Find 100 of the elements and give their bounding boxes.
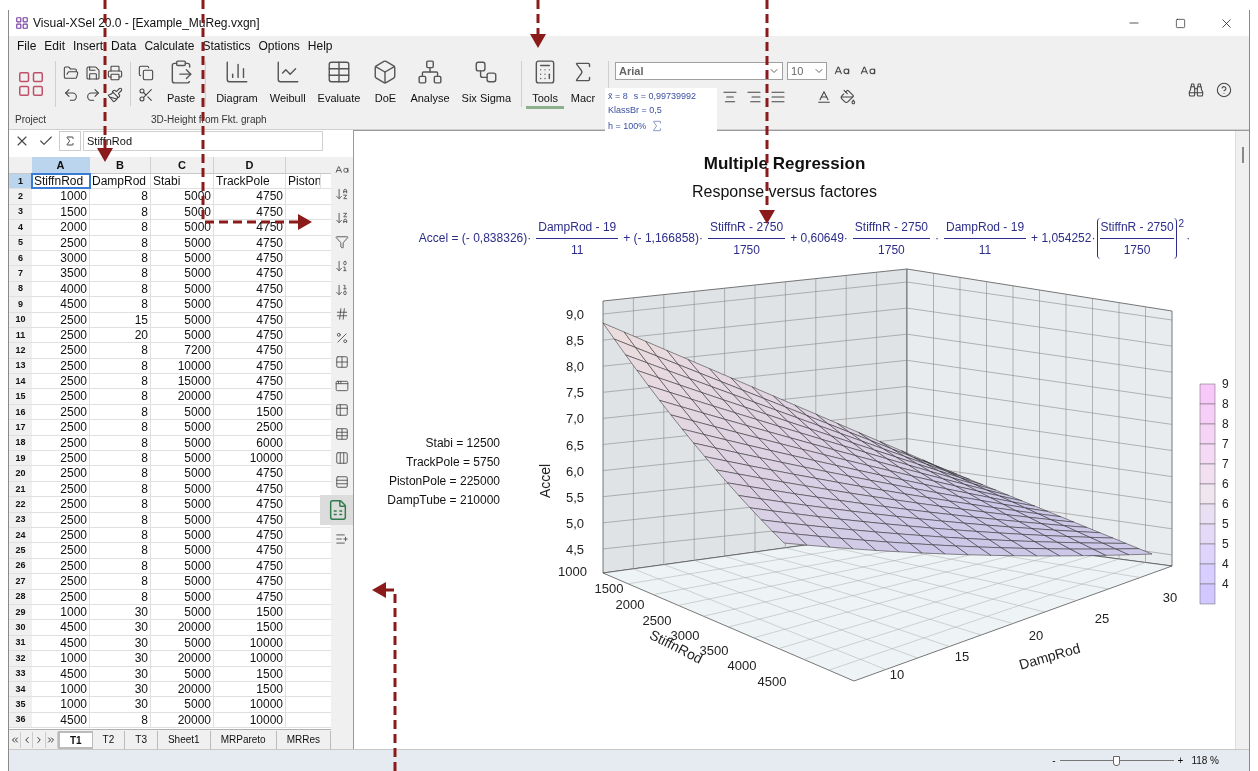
- table-cell: 3000: [32, 250, 90, 266]
- axis-tick-label: 2500: [642, 613, 672, 628]
- table-cell: 8: [90, 466, 151, 481]
- table-cell: 2500: [32, 512, 90, 527]
- grid-icon: [335, 354, 349, 369]
- table-cell: 8: [90, 297, 151, 312]
- ribbon-button[interactable]: Weibull: [263, 59, 312, 109]
- chart-subtitle: Response versus factores: [692, 181, 877, 202]
- row-header[interactable]: 14: [9, 374, 32, 389]
- row-header[interactable]: 20: [9, 466, 32, 481]
- row-header[interactable]: 2: [9, 189, 32, 204]
- table-cell: 5000: [151, 558, 214, 574]
- fraction-numerator: StiffnR - 2750: [852, 217, 930, 239]
- table-cell: 20000: [151, 712, 214, 728]
- scale-label: 5: [1222, 517, 1229, 531]
- row-header[interactable]: 25: [9, 543, 32, 558]
- table-cell: 4750: [214, 589, 286, 604]
- fraction-numerator: StiffnR - 2750: [1100, 217, 1174, 239]
- row-header[interactable]: 35: [9, 697, 32, 712]
- menu-item[interactable]: Insert: [69, 37, 108, 55]
- ribbon-button[interactable]: DoE: [366, 59, 405, 109]
- table-cell: 30: [90, 697, 151, 712]
- table-cell: 4500: [32, 297, 90, 312]
- zoom-out-button[interactable]: -: [1052, 753, 1056, 768]
- ribbon-button[interactable]: Macr: [564, 59, 603, 109]
- menu-item[interactable]: Data: [107, 37, 141, 55]
- side-tool-button[interactable]: [320, 495, 356, 525]
- table-cell: 2500: [32, 404, 90, 420]
- menu-item[interactable]: Help: [303, 37, 337, 55]
- save-icon: [85, 65, 101, 81]
- brush-icon: [107, 87, 123, 103]
- table-cell: 2500: [32, 589, 90, 604]
- menu-item[interactable]: Options: [254, 37, 304, 55]
- open-icon: [63, 65, 79, 81]
- row-header[interactable]: 19: [9, 451, 32, 466]
- row-header[interactable]: 12: [9, 343, 32, 358]
- table-cell: 8: [90, 497, 151, 512]
- table-cell: 5000: [151, 697, 214, 712]
- row-header[interactable]: 22: [9, 497, 32, 512]
- zoom-slider-thumb[interactable]: [1112, 755, 1120, 766]
- row-header[interactable]: 9: [9, 297, 32, 312]
- fill-color-icon: [840, 89, 857, 105]
- formula-field[interactable]: StiffnRod: [83, 131, 323, 151]
- sheet-nav-button[interactable]: [9, 731, 22, 748]
- table-cell: 2500: [32, 389, 90, 404]
- ribbon-button[interactable]: Tools: [526, 59, 565, 109]
- menu-item[interactable]: File: [13, 37, 41, 55]
- column-header[interactable]: C: [151, 157, 214, 173]
- table-cell: 8: [90, 250, 151, 266]
- ribbon-button[interactable]: Six Sigma: [455, 59, 518, 109]
- table-cell: 4750: [214, 250, 286, 266]
- table-cell: 4750: [214, 297, 286, 312]
- sheet-tab[interactable]: T2: [92, 730, 126, 749]
- table-cell: 30: [90, 620, 151, 635]
- table-cell: 5000: [151, 512, 214, 527]
- sort-ascending-icon: [335, 186, 349, 201]
- fraction-denominator: 1750: [1123, 241, 1151, 259]
- vertical-scrollbar[interactable]: [1235, 131, 1249, 749]
- menu-item[interactable]: Edit: [40, 37, 70, 55]
- ribbon-button[interactable]: Analyse: [404, 59, 456, 109]
- menu-item[interactable]: Calculate: [140, 37, 199, 55]
- zoom-in-button[interactable]: +: [1177, 753, 1184, 768]
- cut-icon: [138, 87, 154, 103]
- table-cell: 5000: [151, 451, 214, 466]
- function-button[interactable]: [59, 131, 81, 151]
- table-cell: 4500: [32, 666, 90, 681]
- table-cell: 8: [90, 343, 151, 358]
- sheet-tab[interactable]: MRPareto: [210, 730, 277, 749]
- ribbon-button[interactable]: Diagram: [210, 59, 264, 109]
- sheet-tab[interactable]: T3: [125, 730, 158, 749]
- row-header[interactable]: 7: [9, 266, 32, 281]
- row-header[interactable]: 15: [9, 389, 32, 404]
- table-icon: [326, 59, 352, 85]
- table-cell: 8: [90, 281, 151, 297]
- table-cell: 5000: [151, 574, 214, 589]
- table-cell: 1000: [32, 697, 90, 712]
- row-header[interactable]: 17: [9, 420, 32, 435]
- ribbon-button[interactable]: Paste: [161, 59, 202, 109]
- row-header[interactable]: 32: [9, 651, 32, 666]
- table-cell: Stabi: [151, 174, 214, 189]
- table-cell: 8: [90, 358, 151, 374]
- sheet-tab[interactable]: Sheet1: [157, 730, 211, 749]
- ribbon-button[interactable]: Evaluate: [311, 59, 367, 109]
- table-cell: 1500: [214, 681, 286, 697]
- row-header[interactable]: 1: [9, 174, 32, 189]
- sheet-nav-button[interactable]: [45, 731, 58, 748]
- table-cell: 2500: [32, 543, 90, 558]
- sheet-tab[interactable]: T1: [57, 730, 93, 749]
- axis-tick-label: 7,5: [565, 385, 584, 401]
- column-header[interactable]: D: [214, 157, 286, 173]
- row-header[interactable]: 4: [9, 220, 32, 235]
- zoom-slider[interactable]: [1059, 755, 1174, 766]
- font-family-dropdown[interactable]: Arial: [615, 62, 784, 80]
- column-header[interactable]: A: [32, 157, 90, 173]
- menu-item[interactable]: Statistics: [198, 37, 255, 55]
- row-header[interactable]: 30: [9, 620, 32, 635]
- row-header[interactable]: 27: [9, 574, 32, 589]
- axis-tick-label: 5,0: [565, 515, 584, 531]
- table-cell: 20000: [151, 389, 214, 404]
- font-size-dropdown[interactable]: 10: [787, 62, 828, 80]
